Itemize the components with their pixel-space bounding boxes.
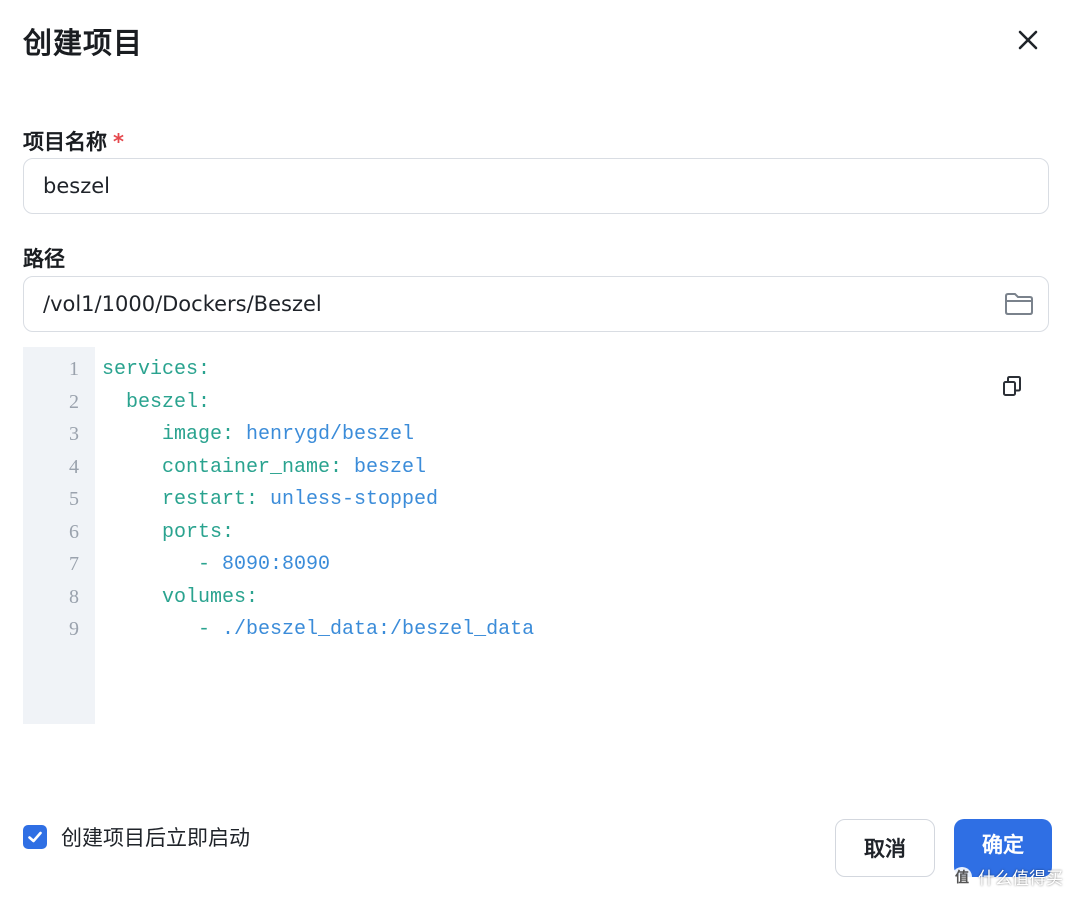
line-number: 2 bbox=[69, 391, 79, 413]
path-input[interactable]: /vol1/1000/Dockers/Beszel bbox=[23, 276, 1049, 332]
watermark: 值 什么值得买 bbox=[952, 864, 1063, 889]
yaml-key: beszel: bbox=[126, 391, 211, 414]
code-line: container_name: beszel bbox=[102, 456, 426, 480]
line-number: 9 bbox=[69, 618, 79, 640]
yaml-key: container_name: bbox=[162, 456, 343, 479]
code-line: restart: unless-stopped bbox=[102, 488, 438, 512]
code-line: image: henrygd/beszel bbox=[102, 423, 414, 447]
code-line: beszel: bbox=[102, 391, 210, 415]
line-number: 5 bbox=[69, 488, 79, 510]
watermark-badge: 值 bbox=[952, 866, 972, 887]
autostart-checkbox-row[interactable]: 创建项目后立即启动 bbox=[23, 822, 250, 852]
yaml-value: henrygd/beszel bbox=[234, 423, 415, 446]
code-line: services: bbox=[102, 358, 210, 382]
close-icon bbox=[1018, 30, 1038, 50]
watermark-text: 什么值得买 bbox=[978, 869, 1063, 889]
code-line: volumes: bbox=[102, 586, 258, 610]
yaml-key: restart: bbox=[162, 488, 259, 511]
copy-button[interactable] bbox=[998, 372, 1026, 400]
yaml-value: 8090:8090 bbox=[222, 553, 331, 576]
folder-icon bbox=[1005, 293, 1033, 315]
copy-icon bbox=[1003, 376, 1021, 396]
yaml-key: image: bbox=[162, 423, 235, 446]
line-number: 4 bbox=[69, 456, 79, 478]
project-name-label: 项目名称 * bbox=[23, 126, 124, 156]
autostart-checkbox[interactable] bbox=[23, 825, 47, 849]
yaml-value: beszel bbox=[342, 456, 427, 479]
line-number: 3 bbox=[69, 423, 79, 445]
yaml-key: services: bbox=[102, 358, 211, 381]
browse-folder-button[interactable] bbox=[1003, 288, 1035, 320]
close-button[interactable] bbox=[1010, 22, 1046, 58]
line-number: 6 bbox=[69, 521, 79, 543]
required-mark: * bbox=[113, 130, 124, 154]
code-line: - ./beszel_data:/beszel_data bbox=[102, 618, 534, 642]
dialog-title: 创建项目 bbox=[23, 26, 144, 60]
yaml-key: - bbox=[198, 618, 223, 641]
cancel-button[interactable]: 取消 bbox=[835, 819, 935, 877]
yaml-key: - bbox=[198, 553, 223, 576]
project-name-input[interactable]: beszel bbox=[23, 158, 1049, 214]
confirm-label: 确定 bbox=[982, 833, 1024, 857]
project-name-label-text: 项目名称 bbox=[23, 130, 107, 154]
checkmark-icon bbox=[28, 831, 42, 843]
line-number: 1 bbox=[69, 358, 79, 380]
yaml-key: ports: bbox=[162, 521, 235, 544]
line-number: 8 bbox=[69, 586, 79, 608]
yaml-key: volumes: bbox=[162, 586, 259, 609]
yaml-value: unless-stopped bbox=[258, 488, 439, 511]
compose-editor[interactable]: 1 2 3 4 5 6 7 8 9 services: beszel: imag… bbox=[23, 347, 1049, 724]
project-name-value: beszel bbox=[43, 174, 110, 198]
line-number-gutter: 1 2 3 4 5 6 7 8 9 bbox=[23, 347, 95, 724]
code-line: - 8090:8090 bbox=[102, 553, 330, 577]
path-value: /vol1/1000/Dockers/Beszel bbox=[43, 292, 322, 316]
code-line: ports: bbox=[102, 521, 234, 545]
autostart-label: 创建项目后立即启动 bbox=[61, 826, 250, 850]
create-project-dialog: 创建项目 项目名称 * beszel 路径 /vol1/1000/Dockers/… bbox=[0, 0, 1080, 898]
line-number: 7 bbox=[69, 553, 79, 575]
yaml-value: ./beszel_data:/beszel_data bbox=[222, 618, 535, 641]
path-label: 路径 bbox=[23, 247, 65, 271]
